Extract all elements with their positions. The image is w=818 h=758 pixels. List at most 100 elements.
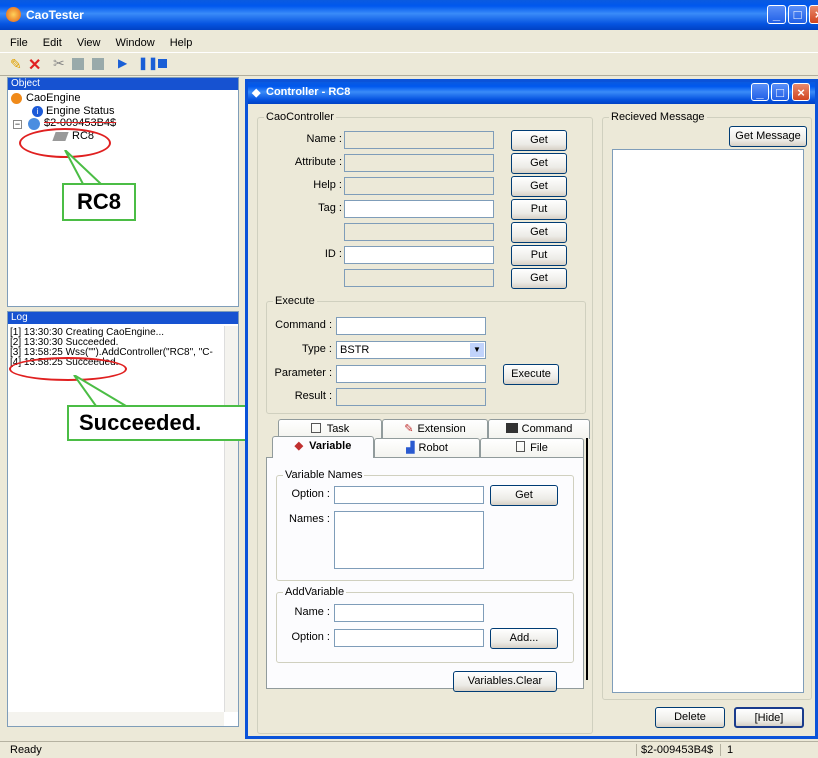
extension-icon: ✎ [404,423,414,435]
info-icon: i [32,106,43,117]
controller-window: ◆ Controller - RC8 _ □ × CaoController N… [245,79,818,739]
controller-minimize-button[interactable]: _ [751,83,769,101]
tab-task-label: Task [326,423,350,435]
tree-root[interactable]: CaoEngine [26,92,80,104]
id-input[interactable] [344,246,494,264]
tag-input[interactable] [344,200,494,218]
maximize-button[interactable]: □ [788,5,807,24]
variables-clear-button[interactable]: Variables.Clear [453,671,557,692]
add-button[interactable]: Add... [490,628,558,649]
execute-caption: Execute [273,295,317,307]
controller-window-title: Controller - RC8 [266,86,351,98]
paste-icon[interactable] [92,58,104,70]
execute-button[interactable]: Execute [503,364,559,385]
copy-icon[interactable] [72,58,84,70]
app-icon [6,7,21,22]
vn-get-button[interactable]: Get [490,485,558,506]
variable-names-caption: Variable Names [283,469,365,481]
attribute-label: Attribute : [294,156,342,168]
cut-icon[interactable]: ✂ [53,55,65,72]
av-option-input[interactable] [334,629,484,647]
attribute-field [344,154,494,172]
status-bar: Ready $2-009453B4$ 1 [0,741,818,758]
callout-rc8-pointer [64,150,104,185]
tree-workspace[interactable]: $2-009453B4$ [44,117,116,129]
vn-option-input[interactable] [334,486,484,504]
object-pane-title: Object [8,78,238,90]
vn-names-list[interactable] [334,511,484,569]
tab-robot-label: Robot [418,442,448,454]
app-title: CaoTester [26,8,84,22]
controller-titlebar[interactable]: ◆ Controller - RC8 _ □ × [248,82,815,104]
hide-button[interactable]: [Hide] [734,707,804,728]
command-icon [505,423,518,433]
log-hscrollbar[interactable] [8,712,224,726]
new-icon[interactable]: ✎ [10,56,22,73]
tab-robot[interactable]: ▟ Robot [374,438,480,458]
chevron-down-icon[interactable]: ▼ [470,343,484,357]
received-message-group: Recieved Message Get Message [602,111,812,700]
av-name-label: Name : [294,606,330,618]
controller-close-button[interactable]: × [792,83,810,101]
received-message-area[interactable] [612,149,804,693]
menu-help[interactable]: Help [170,37,193,49]
tab-file-label: File [530,442,548,454]
tag-label: Tag : [318,202,342,214]
menu-bar: File Edit View Window Help [10,37,204,49]
parameter-input[interactable] [336,365,486,383]
type-label: Type : [302,343,332,355]
app-titlebar[interactable]: CaoTester _ □ × [0,0,818,30]
type-select-value: BSTR [340,344,370,356]
add-variable-caption: AddVariable [283,586,347,598]
result-field [336,388,486,406]
command-input[interactable] [336,317,486,335]
execute-button-label: Execute [511,368,551,380]
get-message-button[interactable]: Get Message [729,126,807,147]
toolbar: ✎ ✕ ✂ ▶ ❚❚ [0,52,818,76]
stop-icon[interactable] [158,59,167,68]
id-put-button[interactable]: Put [511,245,567,266]
id-get-button[interactable]: Get [511,268,567,289]
tab-variable-label: Variable [309,440,352,452]
tree-engine-status[interactable]: Engine Status [46,105,115,117]
tag-value-field [344,223,494,241]
tag-get-button[interactable]: Get [511,222,567,243]
tab-file[interactable]: File [480,438,584,458]
help-label: Help : [313,179,342,191]
tab-page-shadow [586,438,588,680]
type-select[interactable]: BSTR ▼ [336,341,486,359]
result-label: Result : [294,390,332,402]
caocontroller-caption: CaoController [264,111,336,123]
callout-succeeded: Succeeded. [67,405,261,441]
tab-variable[interactable]: ◆ Variable [272,436,374,458]
vn-option-label: Option : [291,488,330,500]
tab-extension-label: Extension [417,423,466,435]
name-get-button[interactable]: Get [511,130,567,151]
expand-icon[interactable]: − [13,120,22,129]
log-vscrollbar[interactable] [224,326,238,712]
play-icon[interactable]: ▶ [118,56,127,70]
close-button[interactable]: × [809,5,818,24]
menu-edit[interactable]: Edit [43,37,62,49]
tab-extension[interactable]: ✎ Extension [382,419,488,439]
delete-icon[interactable]: ✕ [28,55,41,75]
menu-view[interactable]: View [77,37,101,49]
controller-maximize-button[interactable]: □ [771,83,789,101]
vn-names-label: Names : [289,513,330,525]
menu-window[interactable]: Window [116,37,155,49]
tab-command[interactable]: Command [488,419,590,439]
status-count: 1 [720,744,818,756]
minimize-button[interactable]: _ [767,5,786,24]
av-name-input[interactable] [334,604,484,622]
robot-icon: ▟ [406,442,415,454]
menu-file[interactable]: File [10,37,28,49]
id-label: ID : [324,248,342,260]
pause-icon[interactable]: ❚❚ [138,56,158,70]
help-get-button[interactable]: Get [511,176,567,197]
av-option-label: Option : [291,631,330,643]
delete-button[interactable]: Delete [655,707,725,728]
attribute-get-button[interactable]: Get [511,153,567,174]
workspace-icon [28,118,40,130]
tag-put-button[interactable]: Put [511,199,567,220]
caoengine-icon [11,93,22,104]
